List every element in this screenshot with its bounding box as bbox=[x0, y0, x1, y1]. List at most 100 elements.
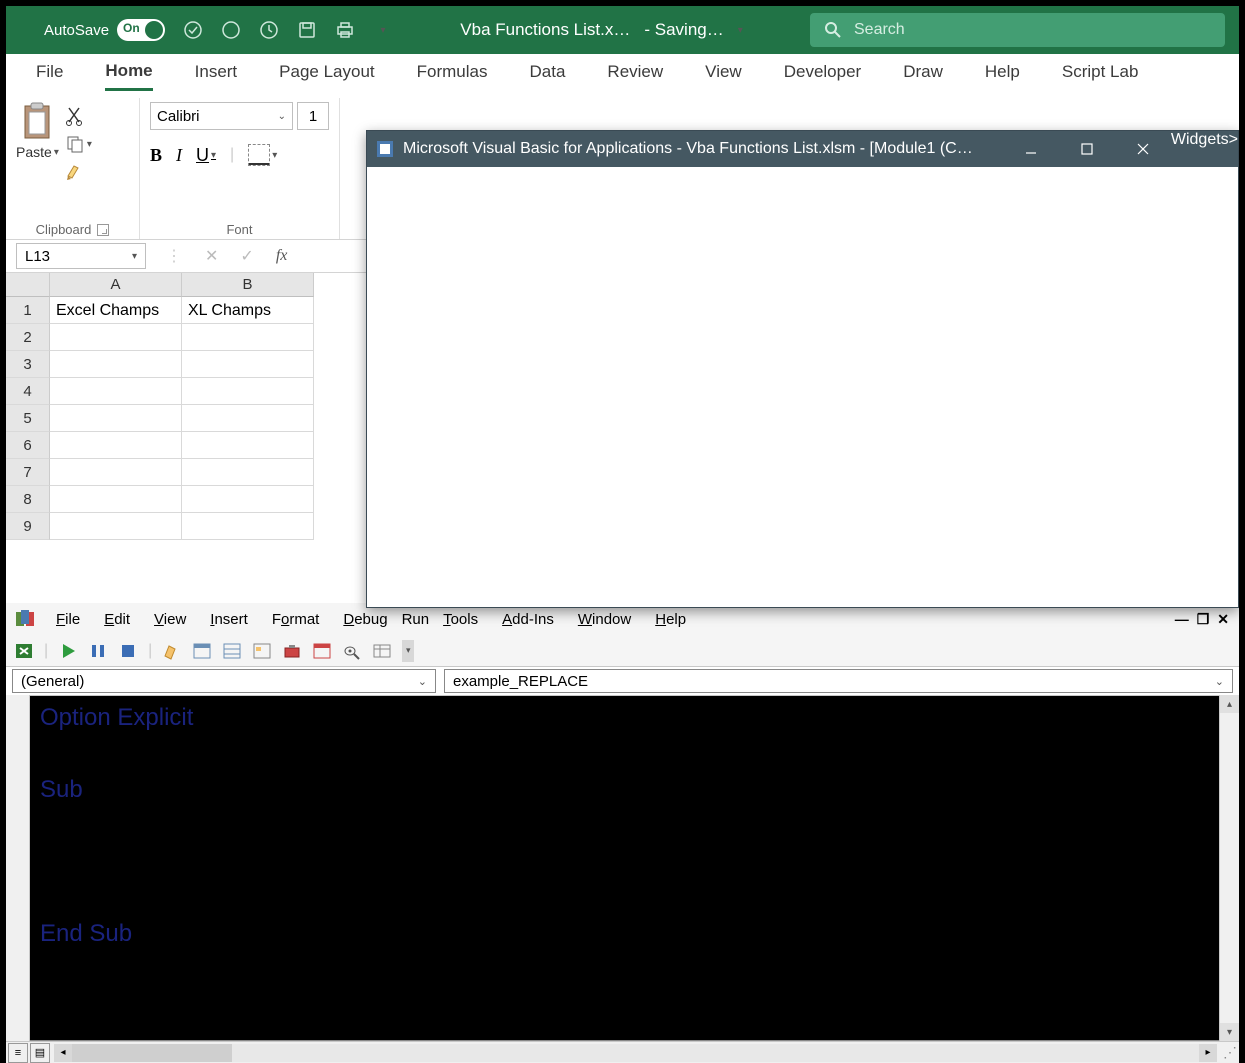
cell[interactable] bbox=[182, 432, 314, 459]
reset-icon[interactable] bbox=[118, 641, 138, 661]
horizontal-scrollbar[interactable]: ◂ ▸ bbox=[54, 1044, 1217, 1062]
tab-script-lab[interactable]: Script Lab bbox=[1062, 62, 1139, 89]
procedure-selector[interactable]: example_REPLACE ⌄ bbox=[444, 669, 1233, 693]
col-header-b[interactable]: B bbox=[182, 273, 314, 297]
resize-grip-icon[interactable]: ⋰ bbox=[1221, 1044, 1239, 1062]
mdi-restore-button[interactable]: ❐ bbox=[1197, 611, 1210, 628]
menu-help[interactable]: Help bbox=[645, 609, 696, 630]
vertical-scrollbar[interactable]: ▴ ▾ bbox=[1219, 695, 1239, 1041]
break-icon[interactable] bbox=[88, 641, 108, 661]
menu-file[interactable]: File bbox=[46, 609, 90, 630]
enter-icon[interactable]: ✓ bbox=[240, 246, 253, 266]
locals-icon[interactable] bbox=[372, 641, 392, 661]
tab-file[interactable]: File bbox=[36, 62, 63, 89]
cell[interactable] bbox=[50, 351, 182, 378]
clock-icon[interactable] bbox=[259, 20, 279, 40]
properties-icon[interactable] bbox=[222, 641, 242, 661]
menu-debug[interactable]: Debug bbox=[333, 609, 397, 630]
cell-a1[interactable]: Excel Champs bbox=[50, 297, 182, 324]
cell[interactable] bbox=[50, 432, 182, 459]
scroll-up-icon[interactable]: ▴ bbox=[1220, 695, 1239, 713]
select-all-corner[interactable] bbox=[6, 273, 50, 297]
maximize-button[interactable] bbox=[1059, 131, 1115, 167]
row-header[interactable]: 7 bbox=[6, 459, 50, 486]
menu-addins[interactable]: Add-Ins bbox=[492, 609, 564, 630]
row-header[interactable]: 9 bbox=[6, 513, 50, 540]
cell[interactable] bbox=[50, 486, 182, 513]
run-icon[interactable] bbox=[58, 641, 78, 661]
row-header[interactable]: 8 bbox=[6, 486, 50, 513]
font-size-select[interactable]: 1 bbox=[297, 102, 329, 130]
cell[interactable] bbox=[50, 378, 182, 405]
row-header[interactable]: 6 bbox=[6, 432, 50, 459]
row-header[interactable]: 2 bbox=[6, 324, 50, 351]
mdi-close-button[interactable]: ✕ bbox=[1217, 611, 1229, 628]
tab-insert[interactable]: Insert bbox=[195, 62, 238, 89]
format-painter-icon[interactable] bbox=[65, 162, 85, 182]
object-browser-icon[interactable] bbox=[252, 641, 272, 661]
menu-edit[interactable]: Edit bbox=[94, 609, 140, 630]
row-header[interactable]: 3 bbox=[6, 351, 50, 378]
menu-insert[interactable]: Insert bbox=[200, 609, 258, 630]
menu-tools[interactable]: Tools bbox=[433, 609, 488, 630]
autosave-toggle[interactable]: AutoSave On bbox=[44, 19, 165, 41]
cell[interactable] bbox=[50, 459, 182, 486]
cell[interactable] bbox=[182, 513, 314, 540]
font-name-select[interactable]: Calibri⌄ bbox=[150, 102, 293, 130]
cell[interactable] bbox=[50, 405, 182, 432]
row-header[interactable]: 5 bbox=[6, 405, 50, 432]
cell-b1[interactable]: XL Champs bbox=[182, 297, 314, 324]
watch-icon[interactable] bbox=[342, 641, 362, 661]
tab-data[interactable]: Data bbox=[530, 62, 566, 89]
view-excel-icon[interactable] bbox=[14, 641, 34, 661]
toggle-switch[interactable]: On bbox=[117, 19, 165, 41]
qat-dropdown-icon[interactable]: ▾ bbox=[373, 20, 393, 40]
vbe-titlebar[interactable]: Microsoft Visual Basic for Applications … bbox=[367, 131, 1238, 167]
immediate-window-icon[interactable] bbox=[312, 641, 332, 661]
border-button[interactable]: ▾ bbox=[248, 144, 277, 166]
tab-view[interactable]: View bbox=[705, 62, 742, 89]
close-button[interactable] bbox=[1115, 131, 1171, 167]
more-icon[interactable]: ▾ bbox=[402, 640, 414, 662]
italic-button[interactable]: I bbox=[176, 145, 182, 166]
mdi-minimize-button[interactable]: — bbox=[1175, 611, 1189, 628]
tab-draw[interactable]: Draw bbox=[903, 62, 943, 89]
paste-button[interactable]: Paste▾ bbox=[16, 102, 59, 160]
tab-formulas[interactable]: Formulas bbox=[417, 62, 488, 89]
save-icon[interactable] bbox=[297, 20, 317, 40]
tab-review[interactable]: Review bbox=[607, 62, 663, 89]
object-selector[interactable]: (General) ⌄ bbox=[12, 669, 436, 693]
name-box[interactable]: L13▾ bbox=[16, 243, 146, 269]
tab-page-layout[interactable]: Page Layout bbox=[279, 62, 374, 89]
title-dropdown-icon[interactable]: ▾ bbox=[738, 25, 743, 36]
menu-window[interactable]: Window bbox=[568, 609, 641, 630]
circle-icon[interactable] bbox=[221, 20, 241, 40]
search-input[interactable]: Search bbox=[810, 13, 1225, 47]
tab-help[interactable]: Help bbox=[985, 62, 1020, 89]
design-mode-icon[interactable] bbox=[162, 641, 182, 661]
scroll-thumb[interactable] bbox=[72, 1044, 232, 1062]
save-check-icon[interactable] bbox=[183, 20, 203, 40]
copy-button[interactable]: ▾ bbox=[65, 134, 92, 154]
menu-format[interactable]: Format bbox=[262, 609, 330, 630]
print-icon[interactable] bbox=[335, 20, 355, 40]
bold-button[interactable]: B bbox=[150, 145, 162, 166]
menu-run[interactable]: Run bbox=[402, 611, 430, 628]
menu-view[interactable]: View bbox=[144, 609, 196, 630]
project-explorer-icon[interactable] bbox=[192, 641, 212, 661]
minimize-button[interactable] bbox=[1003, 131, 1059, 167]
scroll-down-icon[interactable]: ▾ bbox=[1220, 1023, 1239, 1041]
tab-home[interactable]: Home bbox=[105, 61, 152, 91]
fx-icon[interactable]: fx bbox=[276, 247, 288, 265]
cell[interactable] bbox=[50, 513, 182, 540]
underline-button[interactable]: U▾ bbox=[196, 145, 216, 166]
full-module-view-button[interactable]: ▤ bbox=[30, 1043, 50, 1063]
dots-icon[interactable]: ⋮ bbox=[166, 246, 183, 266]
toolbox-icon[interactable] bbox=[282, 641, 302, 661]
procedure-view-button[interactable]: ≡ bbox=[8, 1043, 28, 1063]
row-header[interactable]: 4 bbox=[6, 378, 50, 405]
cancel-icon[interactable]: ✕ bbox=[205, 246, 218, 266]
cell[interactable] bbox=[182, 459, 314, 486]
cell[interactable] bbox=[182, 324, 314, 351]
cut-icon[interactable] bbox=[65, 106, 85, 126]
